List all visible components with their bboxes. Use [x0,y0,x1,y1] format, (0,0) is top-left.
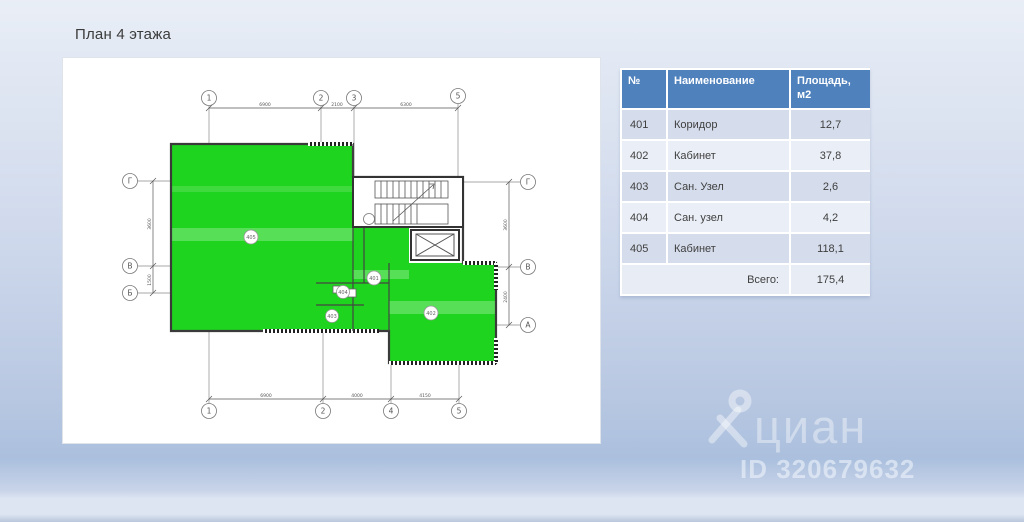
table-cell-area: 12,7 [791,109,870,139]
svg-text:3600: 3600 [503,219,509,231]
svg-text:3600: 3600 [147,218,153,230]
svg-text:402: 402 [426,311,436,317]
floorplan-panel: 6900 2100 6300 6900 4000 4150 3600 1500 … [62,57,601,444]
svg-text:Б: Б [127,289,132,298]
cian-logo-icon [708,389,752,448]
elevator-shaft [410,229,460,261]
table-header-num: № [622,70,666,108]
page-title: План 4 этажа [75,26,171,43]
table-cell-area: 4,2 [791,202,870,232]
table-cell-name: Коридор [668,109,789,139]
svg-text:4000: 4000 [351,393,363,399]
stair-door-mark [363,213,375,225]
table-cell-num: 402 [622,140,666,170]
svg-text:В: В [525,263,530,272]
svg-text:5: 5 [456,92,461,101]
svg-text:4: 4 [389,407,394,416]
table-cell-area: 2,6 [791,171,870,201]
svg-text:6900: 6900 [259,102,271,108]
table-cell-num: 404 [622,202,666,232]
svg-text:6900: 6900 [260,393,272,399]
table-cell-num: 401 [622,109,666,139]
svg-text:1500: 1500 [147,274,153,286]
svg-text:6300: 6300 [400,102,412,108]
svg-text:401: 401 [369,276,379,282]
table-cell-name: Кабинет [668,140,789,170]
room-404-label: 404 [336,285,350,299]
svg-text:1: 1 [207,407,212,416]
svg-text:2100: 2100 [331,102,343,108]
table-total-value: 175,4 [791,264,870,295]
room-401-label: 401 [366,270,382,286]
slide-background: { "slide": { "title": "План 4 этажа" }, … [0,0,1024,522]
table-total-label: Всего: [622,264,789,295]
floorplan-drawing: 6900 2100 6300 6900 4000 4150 3600 1500 … [122,88,536,419]
table-cell-num: 403 [622,171,666,201]
table-cell-name: Кабинет [668,233,789,263]
svg-text:2400: 2400 [503,291,509,303]
table-cell-name: Сан. узел [668,202,789,232]
svg-text:1: 1 [207,94,212,103]
watermark-brand: циан [754,399,868,453]
stairs [352,176,464,228]
table-header-name: Наименование [668,70,789,108]
watermark: циан ID 320679632 [698,388,938,485]
svg-text:Г: Г [526,178,531,187]
svg-text:4150: 4150 [419,393,431,399]
table-header-area: Площадь, м2 [791,70,870,108]
svg-text:2: 2 [319,94,324,103]
svg-text:5: 5 [457,407,462,416]
svg-text:2: 2 [321,407,326,416]
table-cell-area: 118,1 [791,233,870,263]
svg-text:403: 403 [327,314,337,320]
table-cell-num: 405 [622,233,666,263]
areas-table: № Наименование Площадь, м2 401 Коридор 1… [620,68,870,297]
room-402-label: 402 [423,305,439,321]
svg-text:3: 3 [352,94,357,103]
watermark-id: ID 320679632 [740,454,916,484]
table-cell-name: Сан. Узел [668,171,789,201]
svg-text:А: А [525,321,531,330]
table-cell-area: 37,8 [791,140,870,170]
svg-text:405: 405 [246,235,256,241]
room-403-label: 403 [325,309,339,323]
svg-text:Г: Г [128,177,133,186]
svg-text:В: В [127,262,132,271]
svg-text:404: 404 [338,290,348,296]
room-405-label: 405 [243,229,259,245]
